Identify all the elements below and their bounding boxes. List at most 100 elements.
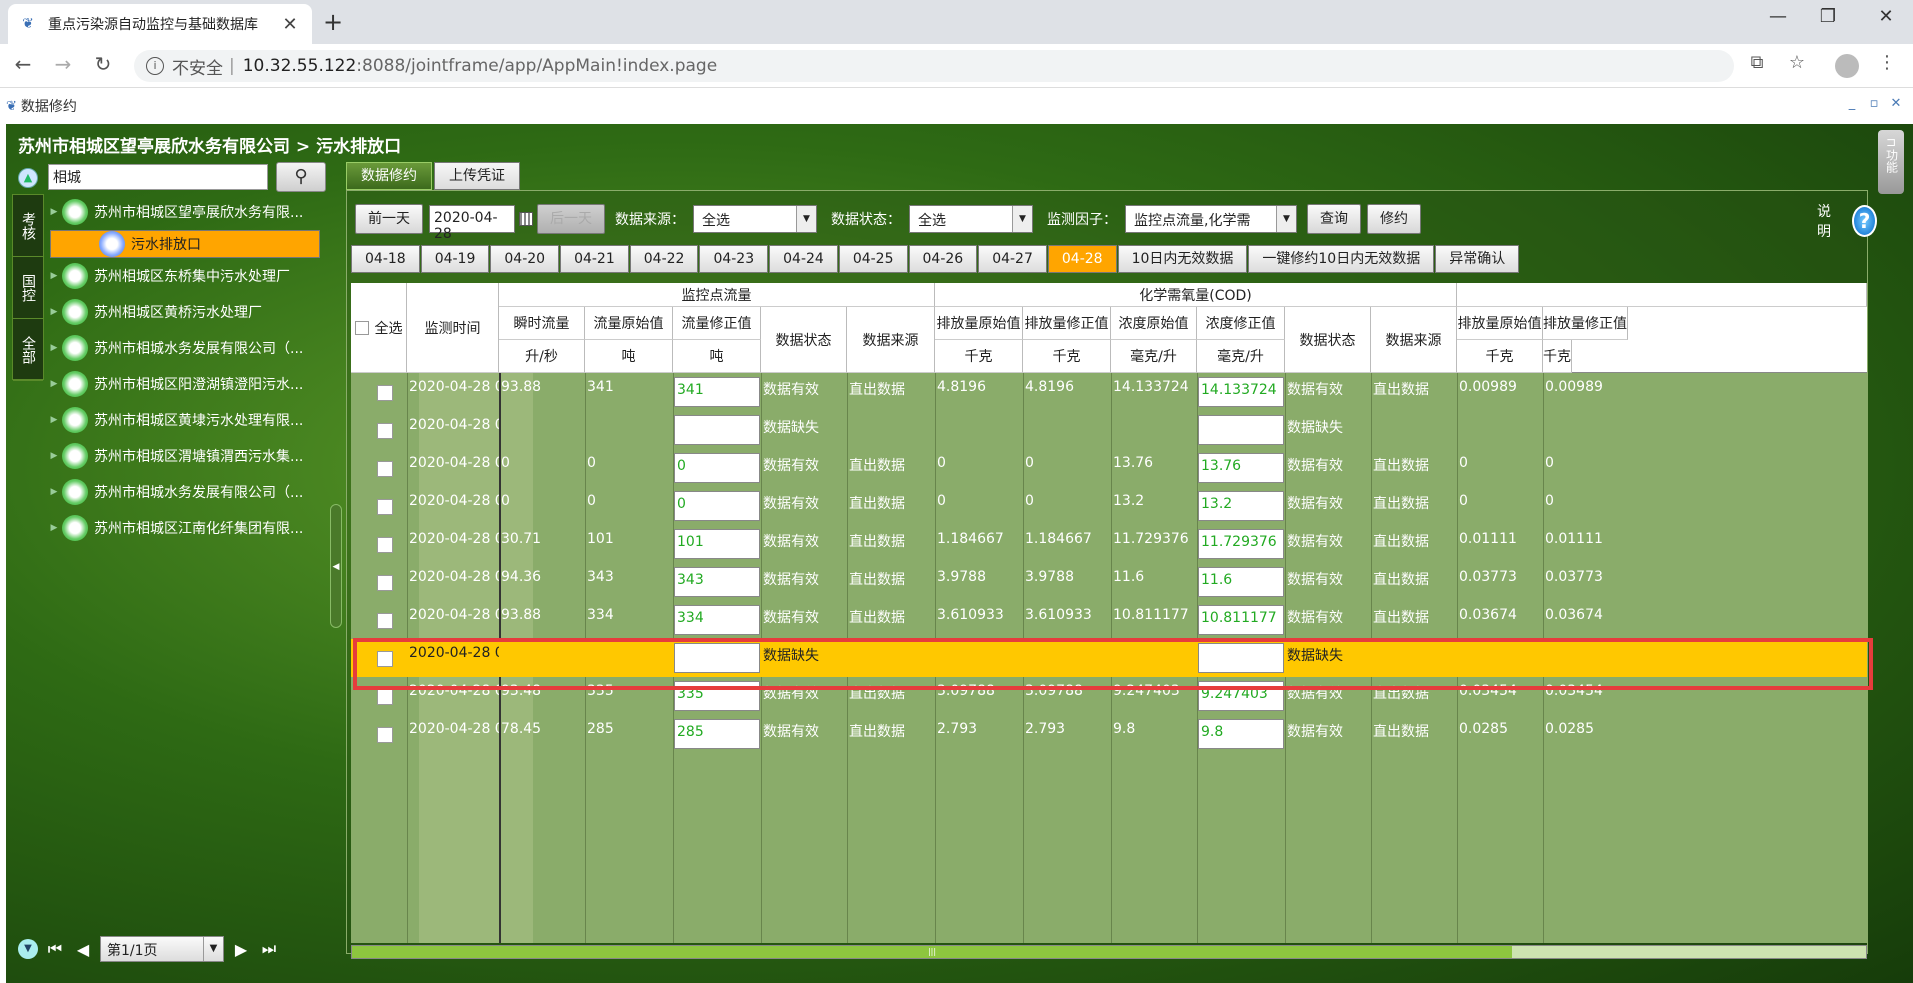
- bookmark-star-icon[interactable]: ☆: [1782, 52, 1812, 73]
- row-checkbox[interactable]: [377, 423, 393, 439]
- last-page-icon[interactable]: ⏭: [258, 939, 280, 959]
- tree-item-enterprise[interactable]: ▶ 苏州市相城区望亭展欣水务有限...: [46, 194, 330, 230]
- corrected-value-input[interactable]: 101: [674, 529, 760, 559]
- help-icon[interactable]: ?: [1852, 205, 1877, 237]
- table-row[interactable]: 2020-04-28 01 数据缺失 数据缺失: [351, 411, 1867, 449]
- close-tab-icon[interactable]: ✕: [280, 14, 300, 35]
- tree-item-enterprise[interactable]: ▶ 苏州相城区黄桥污水处理厂: [46, 294, 330, 330]
- next-page-icon[interactable]: ▶: [230, 940, 252, 959]
- date-tab[interactable]: 04-26: [908, 245, 978, 273]
- expand-arrow-icon[interactable]: ▶: [46, 523, 62, 533]
- expand-arrow-icon[interactable]: ▶: [46, 271, 62, 281]
- app-minimize-icon[interactable]: _: [1842, 96, 1862, 111]
- collapse-tree-icon[interactable]: ▲: [18, 168, 38, 188]
- url-field[interactable]: i 不安全 | 10.32.55.122 :8088/jointframe/ap…: [134, 50, 1734, 82]
- side-tab-kaohe[interactable]: 考核: [13, 195, 43, 257]
- row-checkbox[interactable]: [377, 385, 393, 401]
- corrected-value-input[interactable]: [1198, 415, 1284, 445]
- scroll-thumb[interactable]: |||: [352, 946, 1512, 958]
- pager-collapse-icon[interactable]: ▼: [18, 939, 38, 959]
- corrected-value-input[interactable]: 13.76: [1198, 453, 1284, 483]
- expand-arrow-icon[interactable]: ▶: [46, 487, 62, 497]
- profile-avatar[interactable]: [1835, 54, 1859, 78]
- action-tab[interactable]: 一键修约10日内无效数据: [1248, 245, 1435, 273]
- corrected-value-input[interactable]: 334: [674, 605, 760, 635]
- source-select[interactable]: 全选 ▼: [693, 205, 817, 233]
- tree-item-enterprise[interactable]: ▶ 苏州市相城区黄埭污水处理有限...: [46, 402, 330, 438]
- calendar-icon[interactable]: [519, 212, 533, 226]
- corrected-value-input[interactable]: 9.8: [1198, 719, 1284, 749]
- tab-data-revise[interactable]: 数据修约: [346, 162, 432, 190]
- row-checkbox[interactable]: [377, 727, 393, 743]
- date-tab[interactable]: 04-24: [769, 245, 838, 273]
- window-close-icon[interactable]: ✕: [1866, 6, 1906, 27]
- query-button[interactable]: 查询: [1307, 204, 1361, 234]
- side-tab-guokong[interactable]: 国控: [13, 257, 43, 319]
- expand-arrow-icon[interactable]: ▶: [46, 343, 62, 353]
- corrected-value-input[interactable]: 341: [674, 377, 760, 407]
- expand-arrow-icon[interactable]: ▶: [46, 451, 62, 461]
- minimize-icon[interactable]: —: [1758, 6, 1798, 27]
- date-tab[interactable]: 04-27: [978, 245, 1047, 273]
- reload-icon[interactable]: ↻: [88, 52, 118, 76]
- date-tab[interactable]: 04-19: [420, 245, 490, 273]
- tree-item-enterprise[interactable]: ▶ 苏州市相城水务发展有限公司（...: [46, 474, 330, 510]
- date-tab[interactable]: 04-18: [351, 245, 420, 273]
- row-checkbox[interactable]: [377, 575, 393, 591]
- corrected-value-input[interactable]: 343: [674, 567, 760, 597]
- row-checkbox[interactable]: [377, 537, 393, 553]
- prev-page-icon[interactable]: ◀: [72, 940, 94, 959]
- select-all-header[interactable]: 全选: [351, 283, 407, 373]
- table-row[interactable]: 2020-04-28 0693.88334334数据有效直出数据3.610933…: [351, 601, 1867, 639]
- row-checkbox[interactable]: [377, 499, 393, 515]
- row-checkbox[interactable]: [377, 613, 393, 629]
- select-all-checkbox[interactable]: [354, 320, 369, 335]
- info-icon[interactable]: i: [146, 57, 164, 75]
- expand-arrow-icon[interactable]: ▶: [46, 307, 62, 317]
- date-input[interactable]: 2020-04-28: [429, 205, 515, 242]
- status-select[interactable]: 全选 ▼: [909, 205, 1033, 233]
- page-select[interactable]: 第1/1页 ▼: [100, 936, 224, 962]
- back-icon[interactable]: ←: [8, 52, 38, 76]
- corrected-value-input[interactable]: 0: [674, 491, 760, 521]
- tree-item-outlet[interactable]: 污水排放口: [50, 230, 320, 258]
- corrected-value-input[interactable]: 0: [674, 453, 760, 483]
- tree-item-enterprise[interactable]: ▶ 苏州市相城区渭塘镇渭西污水集...: [46, 438, 330, 474]
- expand-arrow-icon[interactable]: ▶: [46, 379, 62, 389]
- app-close-icon[interactable]: ✕: [1886, 96, 1906, 111]
- date-tab[interactable]: 04-20: [490, 245, 560, 273]
- table-row[interactable]: 2020-04-28 0594.36343343数据有效直出数据3.97883.…: [351, 563, 1867, 601]
- date-tab[interactable]: 04-25: [838, 245, 908, 273]
- date-tab[interactable]: 04-21: [560, 245, 629, 273]
- tree-item-enterprise[interactable]: ▶ 苏州市相城区阳澄湖镇澄阳污水...: [46, 366, 330, 402]
- date-tab[interactable]: 04-28: [1047, 245, 1117, 273]
- row-checkbox[interactable]: [377, 689, 393, 705]
- row-checkbox[interactable]: [377, 461, 393, 477]
- date-tab[interactable]: 04-22: [629, 245, 699, 273]
- corrected-value-input[interactable]: 11.729376: [1198, 529, 1284, 559]
- corrected-value-input[interactable]: 13.2: [1198, 491, 1284, 521]
- table-row[interactable]: 2020-04-28 03000数据有效直出数据0013.213.2数据有效直出…: [351, 487, 1867, 525]
- table-row[interactable]: 2020-04-28 02000数据有效直出数据0013.7613.76数据有效…: [351, 449, 1867, 487]
- new-tab-icon[interactable]: +: [318, 8, 348, 36]
- app-restore-icon[interactable]: ▫: [1864, 96, 1884, 111]
- tab-upload-proof[interactable]: 上传凭证: [434, 162, 520, 190]
- browser-menu-icon[interactable]: ⋮: [1872, 52, 1902, 73]
- action-tab[interactable]: 10日内无效数据: [1117, 245, 1248, 273]
- corrected-value-input[interactable]: [674, 415, 760, 445]
- revise-button[interactable]: 修约: [1367, 204, 1421, 234]
- tree-item-enterprise[interactable]: ▶ 苏州市相城水务发展有限公司（...: [46, 330, 330, 366]
- table-row[interactable]: 2020-04-28 0093.88341341数据有效直出数据4.81964.…: [351, 373, 1867, 411]
- corrected-value-input[interactable]: 11.6: [1198, 567, 1284, 597]
- side-tab-quanbu[interactable]: 全部: [13, 319, 43, 381]
- corrected-value-input[interactable]: 10.811177: [1198, 605, 1284, 635]
- factor-select[interactable]: 监控点流量,化学需 ▼: [1125, 205, 1297, 233]
- restore-icon[interactable]: ❐: [1808, 6, 1848, 27]
- corrected-value-input[interactable]: 14.133724: [1198, 377, 1284, 407]
- forward-icon[interactable]: →: [48, 52, 78, 76]
- browser-tab[interactable]: ❦ 重点污染源自动监控与基础数据库 ✕: [8, 4, 312, 44]
- table-row[interactable]: 2020-04-28 0430.71101101数据有效直出数据1.184667…: [351, 525, 1867, 563]
- tree-item-enterprise[interactable]: ▶ 苏州相城区东桥集中污水处理厂: [46, 258, 330, 294]
- prev-day-button[interactable]: 前一天: [355, 204, 423, 234]
- panel-splitter[interactable]: ◀: [330, 504, 342, 628]
